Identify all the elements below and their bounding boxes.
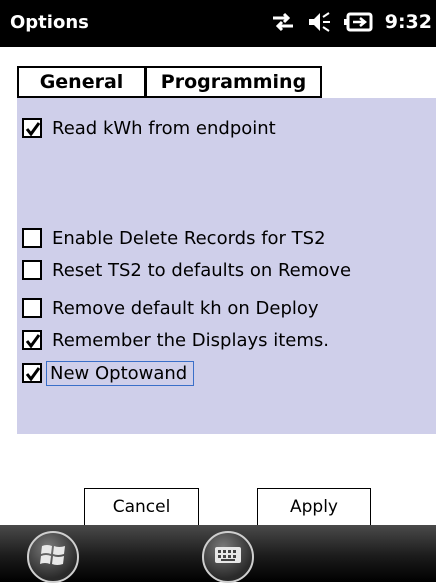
option-new-optowand[interactable]: New Optowand (22, 359, 195, 387)
new-optowand-label: New Optowand (46, 360, 195, 386)
windows-start-button[interactable] (27, 531, 79, 583)
new-optowand-checkbox[interactable] (22, 363, 42, 383)
tab-programming[interactable]: Programming (145, 66, 322, 98)
keyboard-icon (214, 546, 242, 568)
status-icons: 9:32 (271, 11, 432, 33)
apply-button[interactable]: Apply (257, 488, 371, 526)
remember-displays-checkbox[interactable] (22, 330, 42, 350)
remove-default-kh-checkbox[interactable] (22, 298, 42, 318)
option-remove-default-kh[interactable]: Remove default kh on Deploy (22, 294, 319, 322)
battery-icon[interactable] (343, 11, 373, 33)
clock[interactable]: 9:32 (385, 11, 432, 33)
read-kwh-label: Read kWh from endpoint (52, 117, 276, 139)
option-enable-delete-records[interactable]: Enable Delete Records for TS2 (22, 224, 326, 252)
window-title: Options (10, 12, 89, 33)
read-kwh-checkbox[interactable] (22, 118, 42, 138)
title-bar: Options 9:32 (0, 0, 436, 47)
remember-displays-label: Remember the Displays items. (52, 329, 330, 351)
bottom-taskbar (0, 525, 436, 583)
speaker-icon[interactable] (307, 11, 331, 33)
option-remember-displays[interactable]: Remember the Displays items. (22, 326, 329, 354)
connectivity-icon[interactable] (271, 11, 295, 33)
enable-delete-records-label: Enable Delete Records for TS2 (52, 227, 326, 249)
tab-general[interactable]: General (17, 66, 146, 98)
keyboard-button[interactable] (202, 531, 254, 583)
enable-delete-records-checkbox[interactable] (22, 228, 42, 248)
programming-options-panel: Read kWh from endpoint Enable Delete Rec… (17, 98, 436, 434)
option-reset-ts2[interactable]: Reset TS2 to defaults on Remove (22, 256, 351, 284)
remove-default-kh-label: Remove default kh on Deploy (52, 297, 319, 319)
option-read-kwh[interactable]: Read kWh from endpoint (22, 114, 276, 142)
cancel-button[interactable]: Cancel (84, 488, 199, 526)
reset-ts2-checkbox[interactable] (22, 260, 42, 280)
windows-start-icon (40, 542, 66, 572)
reset-ts2-label: Reset TS2 to defaults on Remove (52, 259, 352, 281)
